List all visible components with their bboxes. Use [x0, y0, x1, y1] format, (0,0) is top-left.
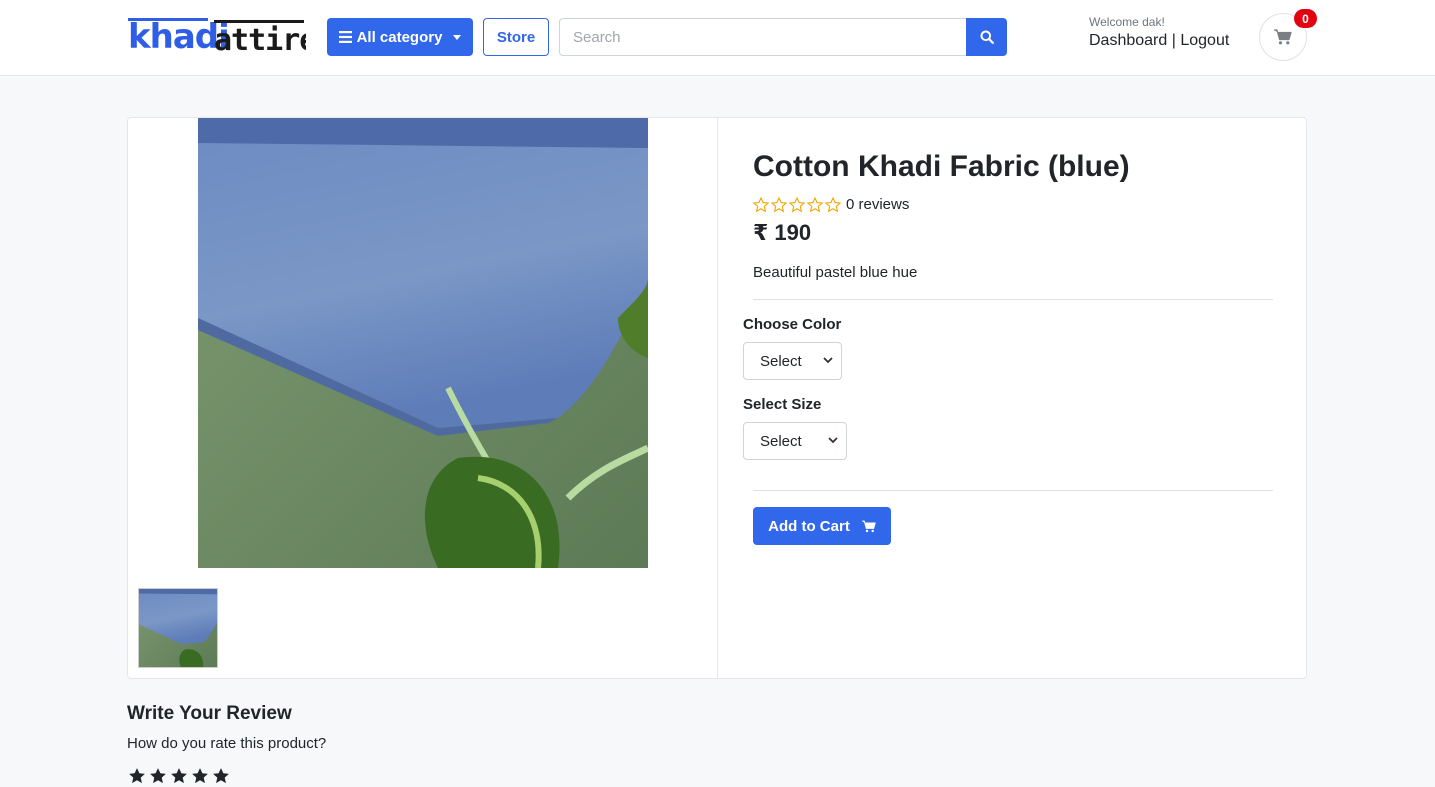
- add-to-cart-button[interactable]: Add to Cart: [753, 507, 891, 545]
- search-input[interactable]: [559, 18, 967, 56]
- site-header: khadi attire All category Store Welcome …: [0, 0, 1435, 76]
- star-icon[interactable]: [212, 767, 230, 785]
- size-select-value: Select: [760, 432, 802, 450]
- product-card: Cotton Khadi Fabric (blue) 0 reviews ₹ 1…: [127, 117, 1307, 679]
- star-icon: [807, 196, 823, 212]
- chevron-down-icon: [828, 437, 838, 444]
- star-icon: [825, 196, 841, 212]
- rate-question: How do you rate this product?: [127, 735, 327, 752]
- cart-icon: [861, 520, 876, 532]
- product-rating: 0 reviews: [753, 196, 909, 213]
- logout-link[interactable]: Logout: [1180, 32, 1229, 49]
- color-select-value: Select: [760, 352, 802, 370]
- cart-icon: [1274, 29, 1292, 45]
- store-button[interactable]: Store: [483, 18, 549, 56]
- rating-stars: [753, 196, 841, 213]
- color-select[interactable]: Select: [743, 342, 842, 380]
- dashboard-link[interactable]: Dashboard: [1089, 32, 1167, 49]
- cart-count-badge: 0: [1294, 9, 1317, 28]
- logo-attire-text: attire: [214, 23, 306, 58]
- star-icon: [789, 196, 805, 212]
- select-size-label: Select Size: [743, 396, 822, 413]
- caret-down-icon: [453, 34, 462, 40]
- divider: [753, 490, 1273, 491]
- search-icon: [980, 30, 994, 44]
- product-price: ₹ 190: [753, 220, 812, 245]
- star-icon: [753, 196, 769, 212]
- star-icon[interactable]: [149, 767, 167, 785]
- divider: [753, 299, 1273, 300]
- product-thumbnail[interactable]: [138, 588, 218, 668]
- link-separator: |: [1171, 32, 1176, 49]
- star-icon[interactable]: [128, 767, 146, 785]
- product-description: Beautiful pastel blue hue: [753, 264, 918, 281]
- product-gallery: [128, 118, 718, 678]
- account-links: Dashboard | Logout: [1089, 32, 1229, 50]
- star-icon[interactable]: [191, 767, 209, 785]
- size-select[interactable]: Select: [743, 422, 847, 460]
- product-title: Cotton Khadi Fabric (blue): [753, 150, 1130, 183]
- store-label: Store: [496, 28, 536, 46]
- write-review-heading: Write Your Review: [127, 703, 292, 724]
- khadi-attire-logo[interactable]: khadi attire: [128, 16, 317, 58]
- search-button[interactable]: [966, 18, 1007, 56]
- all-category-dropdown[interactable]: All category: [327, 18, 473, 56]
- all-category-label: All category: [356, 28, 443, 46]
- reviews-count: 0 reviews: [846, 196, 910, 213]
- welcome-text: Welcome dak!: [1089, 15, 1165, 29]
- choose-color-label: Choose Color: [743, 316, 842, 333]
- product-info: Cotton Khadi Fabric (blue) 0 reviews ₹ 1…: [718, 118, 1306, 678]
- chevron-down-icon: [823, 357, 833, 364]
- add-to-cart-label: Add to Cart: [768, 517, 850, 535]
- product-main-image[interactable]: [198, 118, 648, 568]
- review-star-input[interactable]: [128, 767, 230, 785]
- star-icon: [771, 196, 787, 212]
- star-icon[interactable]: [170, 767, 188, 785]
- bars-icon: [338, 31, 352, 43]
